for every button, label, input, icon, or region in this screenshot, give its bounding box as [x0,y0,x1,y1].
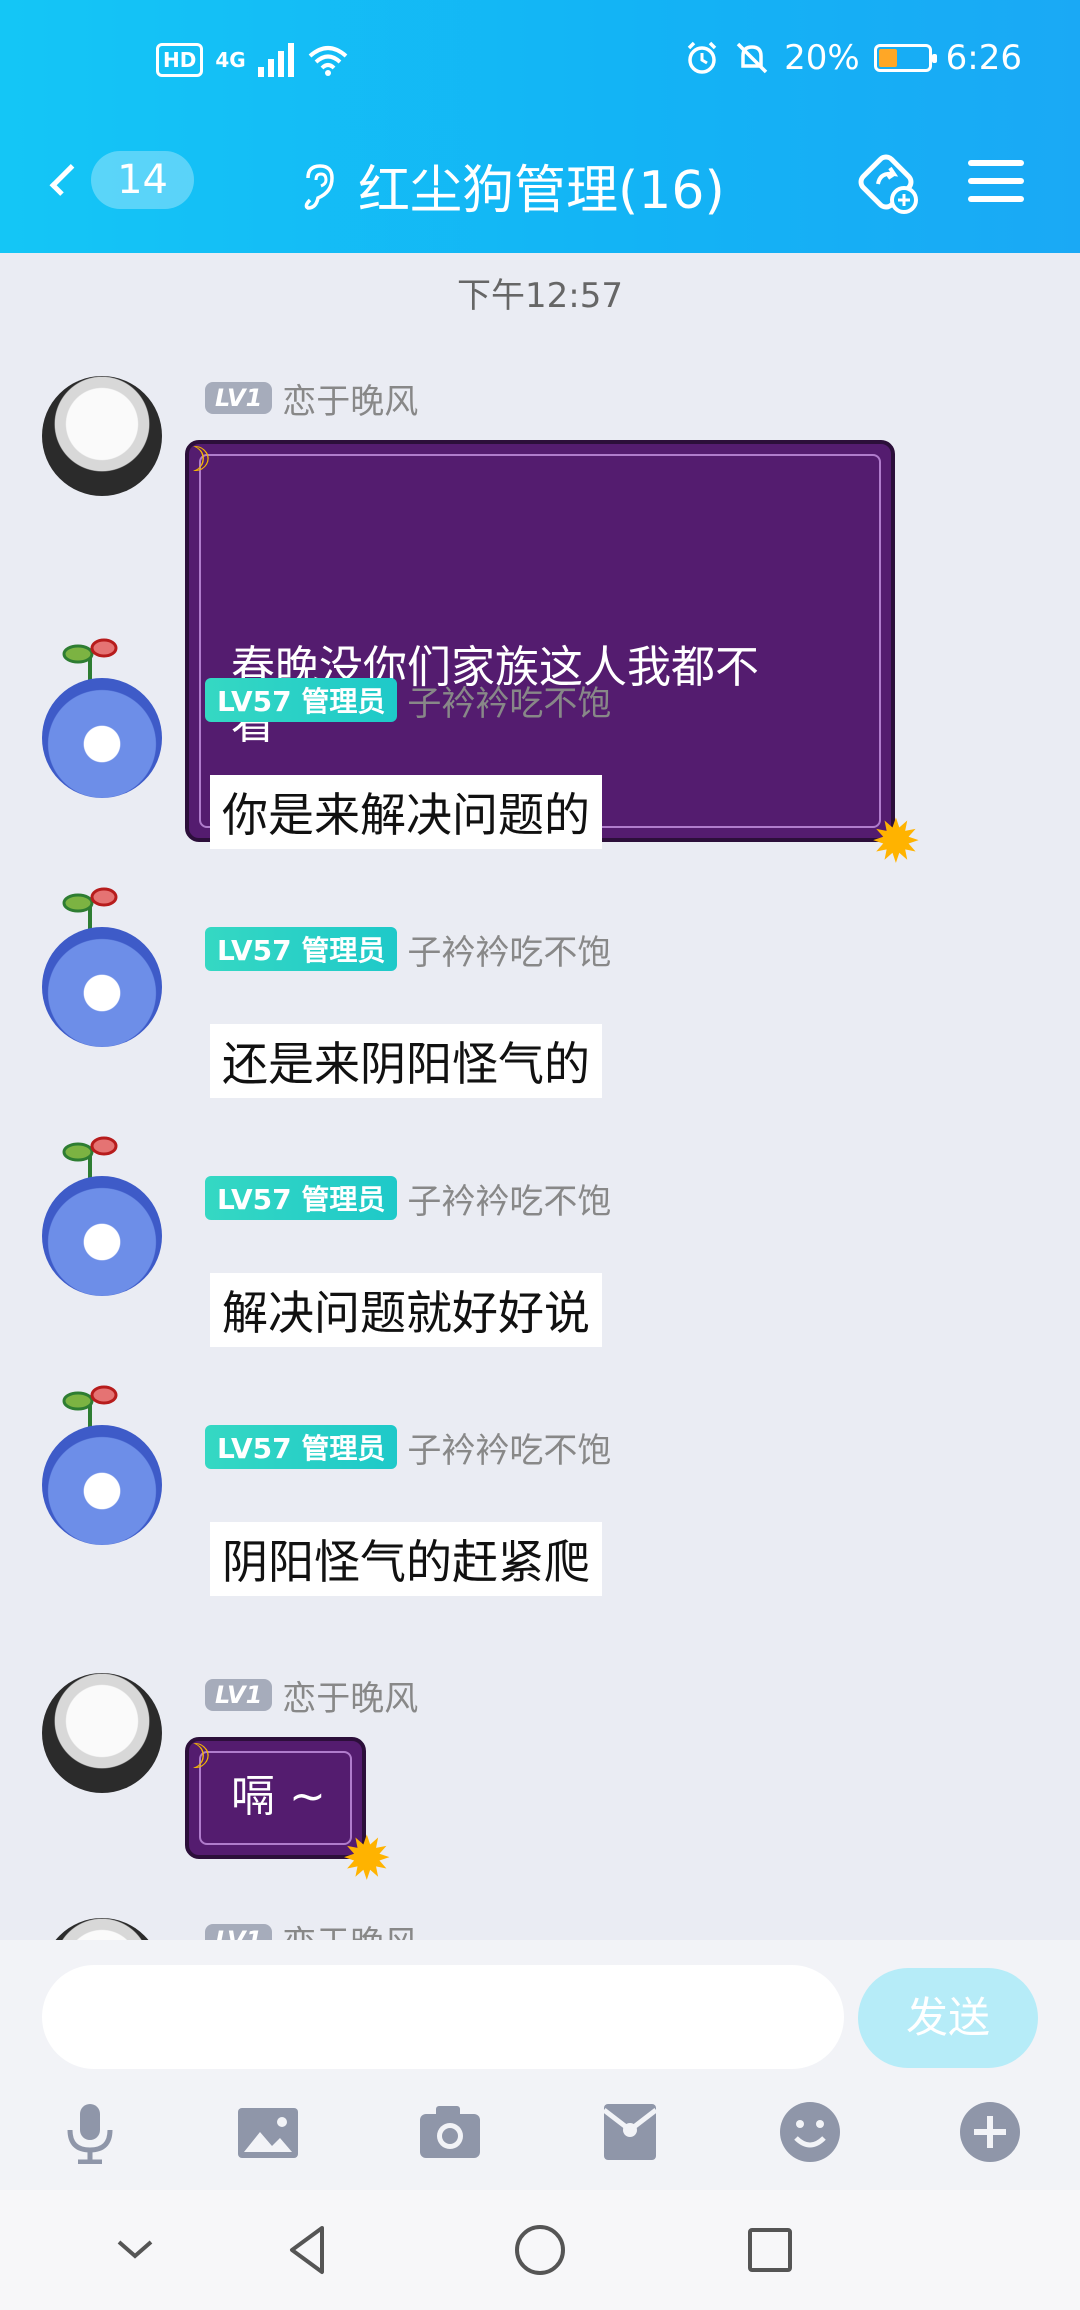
level-badge: LV1 [205,1679,273,1711]
timestamp: 下午12:57 [457,276,623,316]
alarm-icon [687,41,717,74]
back-button[interactable]: 14 [44,148,194,212]
hd-icon: HD [156,43,204,77]
input-bar: 发送 [0,1940,1080,2190]
message-meta: LV57 管理员 子衿衿吃不饱 [205,925,611,974]
sender-name[interactable]: 恋于晚风 [282,1671,418,1720]
moon-icon: ☽ [181,440,212,480]
avatar[interactable] [42,678,162,798]
message-text: 嗝 ~ [231,1771,326,1822]
message-text[interactable]: 阴阳怪气的赶紧爬 [210,1522,602,1596]
system-nav-bar [0,2190,1080,2310]
status-bar: HD 4G 20% 6:26 [0,38,1080,86]
red-packet-icon[interactable] [598,2100,662,2164]
battery-icon [873,44,937,72]
signal-icon [257,43,294,77]
wifi-icon [308,46,348,76]
sun-icon: ✹ [870,807,921,877]
admin-badge: LV57 管理员 [205,678,398,722]
ear-icon [304,163,334,210]
avatar[interactable] [42,1425,162,1545]
sender-name[interactable]: 子衿衿吃不饱 [407,925,611,974]
share-icon [858,154,918,214]
avatar[interactable] [42,927,162,1047]
sun-icon: ✹ [341,1824,392,1894]
avatar[interactable] [42,1176,162,1296]
message-text[interactable]: 还是来阴阳怪气的 [210,1024,602,1098]
unread-count: 14 [91,151,194,209]
message-bubble[interactable]: ☽ 嗝 ~ ✹ [181,1737,392,1889]
microphone-icon[interactable] [58,2100,122,2165]
send-button[interactable]: 发送 [858,1968,1038,2068]
admin-badge: LV57 管理员 [205,1425,398,1469]
message-text[interactable]: 解决问题就好好说 [210,1273,602,1347]
message-meta: LV57 管理员 子衿衿吃不饱 [205,676,611,725]
clock: 6:26 [945,38,1022,78]
sender-name[interactable]: 恋于晚风 [282,374,418,423]
level-badge: LV1 [205,1924,273,1940]
sender-name[interactable]: 恋于晚风 [282,1916,418,1941]
mute-icon [736,42,768,74]
message-meta: LV1 恋于晚风 [205,1918,418,1940]
message-text[interactable]: 你是来解决问题的 [210,775,602,849]
avatar[interactable] [42,1918,162,1940]
sender-name[interactable]: 子衿衿吃不饱 [407,1423,611,1472]
message-meta: LV1 恋于晚风 [205,374,418,423]
share-button[interactable] [852,148,924,220]
chat-toolbar [0,2100,1080,2180]
sender-name[interactable]: 子衿衿吃不饱 [407,676,611,725]
menu-button[interactable] [960,148,1032,220]
home-nav-icon[interactable] [510,2220,570,2280]
message-meta: LV57 管理员 子衿衿吃不饱 [205,1423,611,1472]
admin-badge: LV57 管理员 [205,1176,398,1220]
chat-title: 红尘狗管理(16) [300,148,725,223]
sender-name[interactable]: 子衿衿吃不饱 [407,1174,611,1223]
message-meta: LV57 管理员 子衿衿吃不饱 [205,1174,611,1223]
back-nav-icon[interactable] [278,2220,338,2280]
top-bar: HD 4G 20% 6:26 14 红尘狗管理(16) [0,0,1080,253]
emoji-icon[interactable] [778,2100,842,2164]
image-icon[interactable] [236,2100,300,2164]
level-badge: LV1 [205,382,273,414]
chevron-left-icon [49,164,82,196]
battery-percent: 20% [784,38,860,78]
chevron-down-icon[interactable] [105,2220,165,2280]
avatar[interactable] [42,1673,162,1793]
camera-icon[interactable] [418,2100,482,2164]
avatar[interactable] [42,376,162,496]
admin-badge: LV57 管理员 [205,927,398,971]
page-title: 红尘狗管理(16) [358,161,725,221]
plus-icon[interactable] [958,2100,1022,2164]
title-bar: 14 红尘狗管理(16) [0,130,1080,230]
chat-area[interactable]: 下午12:57 LV1 恋于晚风 ☽ 春晚没你们家族这人我都不 看 ✹ LV57… [0,253,1080,1940]
message-meta: LV1 恋于晚风 [205,1671,418,1720]
network-type: 4G [215,48,246,72]
moon-icon: ☽ [181,1737,212,1777]
message-input[interactable] [42,1965,844,2069]
recents-nav-icon[interactable] [740,2220,800,2280]
